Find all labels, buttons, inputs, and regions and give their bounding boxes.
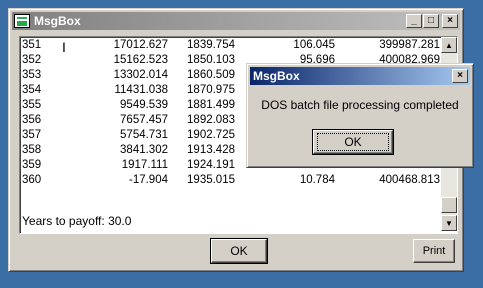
ok-button[interactable]: OK xyxy=(210,238,268,264)
table-cell: 1870.975 xyxy=(187,84,235,96)
dialog-close-button[interactable]: × xyxy=(452,69,468,83)
maximize-button[interactable]: □ xyxy=(423,14,439,28)
table-cell: 1892.083 xyxy=(187,114,235,126)
table-cell: 353 xyxy=(22,69,42,81)
table-cell: 106.045 xyxy=(293,39,335,51)
payoff-summary: Years to payoff: 30.0 xyxy=(22,214,132,228)
dialog-ok-button[interactable]: OK xyxy=(312,129,394,155)
table-cell: 360 xyxy=(22,174,42,186)
dialog-title-bar[interactable]: MsgBox × xyxy=(250,67,470,85)
table-cell: 400468.813 xyxy=(379,174,440,186)
table-cell: 17012.627 xyxy=(113,39,168,51)
scroll-up-button[interactable]: ▲ xyxy=(441,37,457,53)
table-cell: 1902.725 xyxy=(187,129,235,141)
table-cell: 5754.731 xyxy=(120,129,168,141)
table-cell: 1860.509 xyxy=(187,69,235,81)
minimize-button[interactable]: _ xyxy=(406,14,422,28)
dialog-message: DOS batch file processing completed xyxy=(261,98,459,112)
table-cell: 1935.015 xyxy=(187,174,235,186)
table-cell: 358 xyxy=(22,144,42,156)
table-cell: 1917.111 xyxy=(121,159,168,171)
table-cell: 354 xyxy=(22,84,42,96)
table-cell: 356 xyxy=(22,114,42,126)
table-cell: 13302.014 xyxy=(113,69,168,81)
table-cell: 11431.038 xyxy=(114,84,168,96)
table-cell: 352 xyxy=(22,54,42,66)
table-row: 360 -17.904 1935.015 10.784 400468.813 xyxy=(22,174,440,189)
print-button[interactable]: Print xyxy=(413,239,455,263)
table-cell: 1850.103 xyxy=(187,54,235,66)
table-cell: 7657.457 xyxy=(120,114,168,126)
scroll-thumb[interactable] xyxy=(441,197,457,213)
app-icon xyxy=(14,14,30,28)
table-cell: 1881.499 xyxy=(187,99,235,111)
dialog-title: MsgBox xyxy=(253,69,300,83)
table-cell: 9549.539 xyxy=(120,99,168,111)
table-cell: 357 xyxy=(22,129,42,141)
main-title-bar[interactable]: MsgBox _ □ × xyxy=(12,12,460,30)
table-cell: 399987.281 xyxy=(379,39,440,51)
table-cell: 355 xyxy=(22,99,42,111)
dialog-ok-label: OK xyxy=(317,133,389,151)
table-cell: 15162.523 xyxy=(113,54,168,66)
text-cursor-icon: Ι xyxy=(62,39,66,55)
table-cell: 351 xyxy=(22,39,42,51)
message-dialog: MsgBox × DOS batch file processing compl… xyxy=(246,63,474,168)
table-row: 351 17012.627 1839.754 106.045 399987.281 xyxy=(22,39,440,54)
table-cell: 359 xyxy=(22,159,42,171)
table-cell: 10.784 xyxy=(299,174,335,186)
close-button[interactable]: × xyxy=(442,14,458,28)
table-cell: 3841.302 xyxy=(120,144,168,156)
main-window-title: MsgBox xyxy=(34,14,81,28)
table-cell: 1924.191 xyxy=(187,159,235,171)
table-cell: -17.904 xyxy=(128,174,168,186)
table-cell: 1913.428 xyxy=(187,144,235,156)
scroll-down-button[interactable]: ▼ xyxy=(441,215,457,231)
table-cell: 1839.754 xyxy=(187,39,235,51)
